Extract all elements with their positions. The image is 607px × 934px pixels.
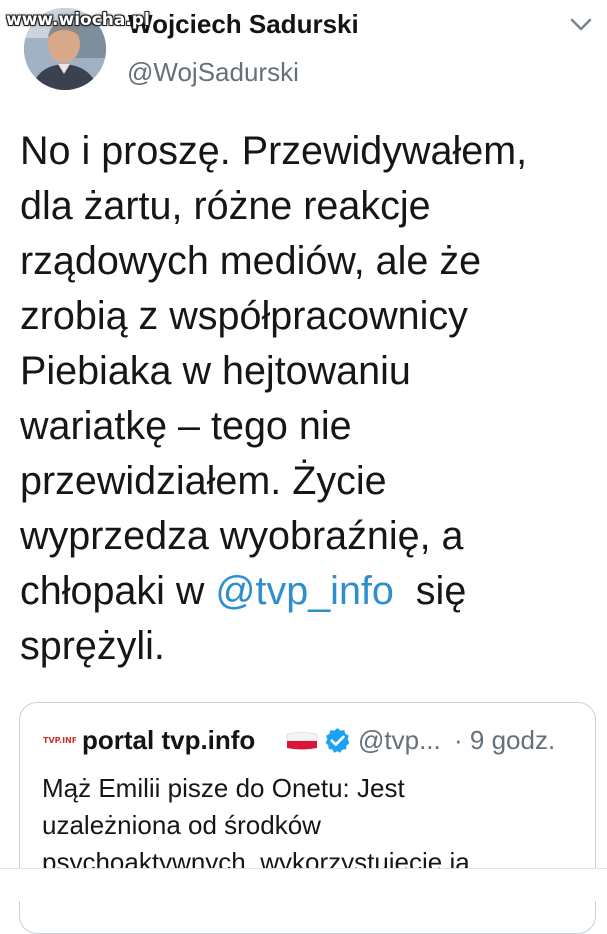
tweet-line: Piebiaka w hejtowaniu (20, 349, 411, 393)
tweet-line: chłopaki w @tvp_info się (20, 564, 595, 619)
quoted-line: uzależniona od środków (42, 810, 321, 840)
tweet-text-segment: chłopaki w (20, 569, 216, 613)
tweet-line: No i proszę. Przewidywałem, (20, 129, 528, 173)
quoted-handle[interactable]: @tvp... (358, 725, 441, 756)
watermark: www.wiocha.pl (6, 10, 150, 30)
author-handle[interactable]: @WojSadurski (127, 57, 299, 88)
tweet-line: wariatkę – tego nie (20, 404, 352, 448)
quoted-display-name[interactable]: portal tvp.info (82, 725, 255, 756)
tweet-line: przewidziałem. Życie (20, 459, 387, 503)
tweet-text: No i proszę. Przewidywałem, dla żartu, r… (20, 124, 595, 674)
mention-link[interactable]: @tvp_info (215, 569, 393, 613)
bottom-bar (0, 868, 607, 901)
tweet-line: zrobią z współpracownicy (20, 294, 468, 338)
quoted-tweet-text: Mąż Emilii pisze do Onetu: Jest uzależni… (42, 770, 582, 881)
quoted-line: Mąż Emilii pisze do Onetu: Jest (42, 773, 405, 803)
author-display-name[interactable]: Wojciech Sadurski (128, 9, 359, 40)
tvp-info-logo: TVP.INFO (43, 734, 76, 746)
tvp-logo-text: TVP.INFO (43, 736, 76, 745)
tweet-line: rządowych mediów, ale że (20, 239, 482, 283)
tweet-line: wyprzedza wyobraźnię, a (20, 514, 464, 558)
tweet-line: dla żartu, różne reakcje (20, 184, 431, 228)
quoted-timestamp[interactable]: · 9 godz. (454, 725, 555, 756)
verified-badge-icon (325, 728, 350, 753)
poland-flag-icon (286, 732, 318, 750)
tweet-line: sprężyli. (20, 624, 165, 668)
tweet-text-segment: się (393, 569, 467, 613)
chevron-down-icon[interactable] (570, 18, 592, 32)
